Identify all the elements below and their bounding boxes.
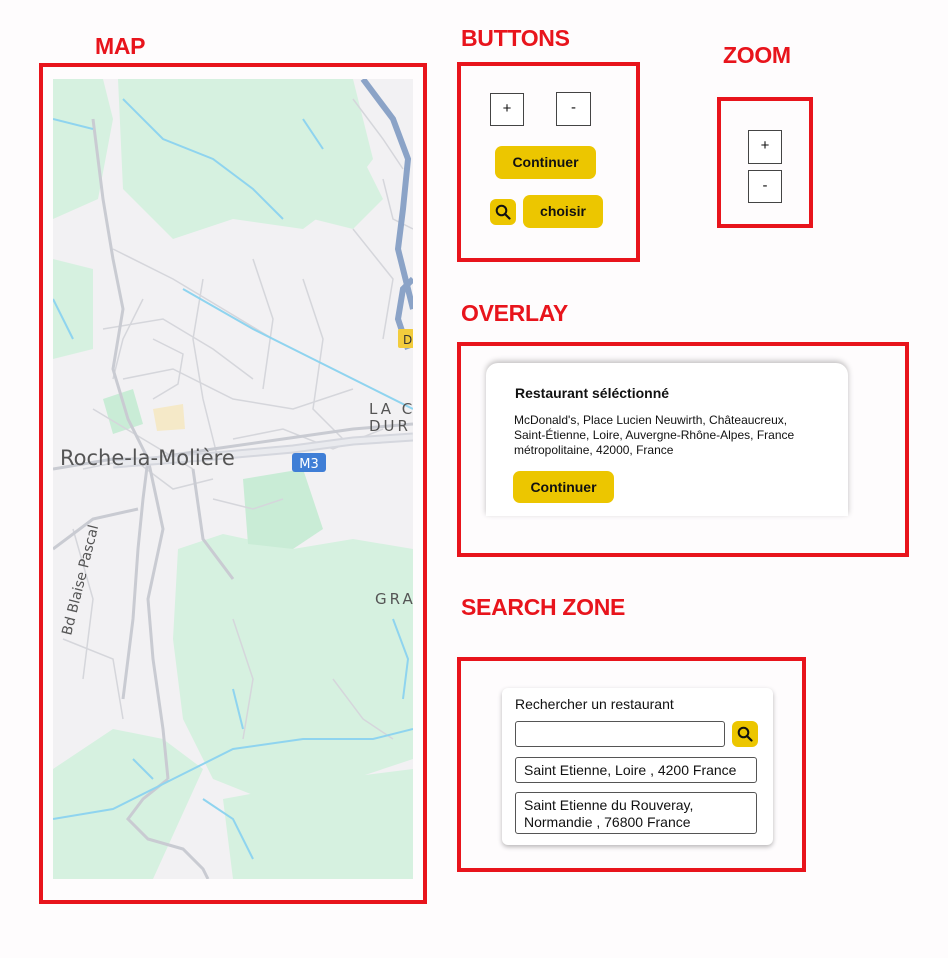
search-input[interactable]: [515, 721, 725, 747]
search-result-item[interactable]: Saint Etienne du Rouveray, Normandie , 7…: [515, 792, 757, 834]
map-route-badge-label: D: [403, 333, 412, 347]
choose-button[interactable]: choisir: [523, 195, 603, 228]
plus-button[interactable]: +: [490, 93, 524, 126]
map-canvas[interactable]: Roche-la-Molière M3 Bd Blaise Pascal LA …: [53, 79, 413, 879]
map-district-label: GRA: [375, 590, 413, 608]
overlay-section-title: OVERLAY: [461, 300, 568, 326]
minus-button[interactable]: -: [556, 92, 591, 126]
search-section-title: SEARCH ZONE: [461, 594, 626, 620]
map-place-label: Roche-la-Molière: [60, 446, 235, 470]
map-view[interactable]: Roche-la-Molière M3 Bd Blaise Pascal LA …: [53, 79, 413, 879]
zoom-in-button[interactable]: +: [748, 130, 782, 164]
map-road-badge: M3: [292, 453, 326, 472]
search-result-item[interactable]: Saint Etienne, Loire , 4200 France: [515, 757, 757, 783]
overlay-continue-button[interactable]: Continuer: [513, 471, 614, 503]
map-park-area: [173, 534, 413, 799]
search-button[interactable]: [490, 199, 516, 225]
buttons-section-title: BUTTONS: [461, 25, 570, 51]
search-icon: [495, 204, 511, 220]
map-sand-area: [153, 404, 185, 431]
zoom-section-title: ZOOM: [723, 42, 791, 68]
search-submit-button[interactable]: [732, 721, 758, 747]
map-district-label: LA C: [369, 400, 413, 418]
search-label: Rechercher un restaurant: [515, 696, 674, 712]
map-section-title: MAP: [95, 33, 146, 59]
continue-button[interactable]: Continuer: [495, 146, 596, 179]
map-district-label: DUR: [369, 417, 411, 435]
selected-restaurant-heading: Restaurant séléctionné: [515, 385, 670, 401]
map-route-badge: D: [398, 329, 413, 348]
selected-restaurant-address: McDonald's, Place Lucien Neuwirth, Châte…: [514, 413, 795, 457]
map-park-area: [53, 729, 203, 879]
search-icon: [737, 726, 753, 742]
zoom-out-button[interactable]: -: [748, 170, 782, 203]
map-road-badge-label: M3: [299, 457, 319, 472]
